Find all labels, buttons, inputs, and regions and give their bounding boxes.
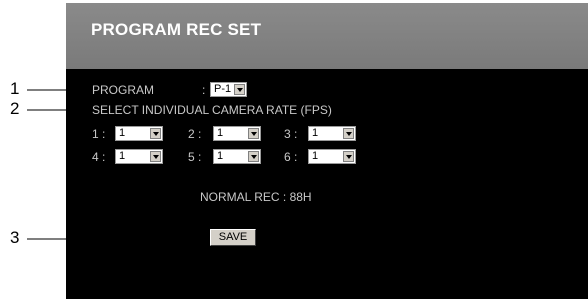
chevron-down-icon[interactable]	[150, 128, 161, 139]
chevron-down-icon[interactable]	[248, 128, 259, 139]
camera-2-rate-value: 1	[217, 127, 224, 139]
callout-3: 3	[10, 228, 20, 247]
program-label: PROGRAM	[92, 83, 155, 97]
program-select-value: P-1	[214, 83, 232, 95]
camera-6-label: 6 :	[284, 150, 298, 164]
chevron-down-icon[interactable]	[234, 84, 245, 95]
callout-2: 2	[10, 99, 20, 118]
program-colon: :	[202, 83, 206, 97]
camera-1-label: 1 :	[92, 127, 106, 141]
camera-3-rate-value: 1	[312, 127, 319, 139]
chevron-down-icon[interactable]	[150, 151, 161, 162]
camera-5-rate-select[interactable]: 1	[213, 149, 261, 164]
camera-5-rate-value: 1	[217, 150, 224, 162]
camera-3-label: 3 :	[284, 127, 298, 141]
camera-5-label: 5 :	[188, 150, 202, 164]
camera-1-rate-select[interactable]: 1	[115, 126, 163, 141]
camera-2-rate-select[interactable]: 1	[213, 126, 261, 141]
chevron-down-icon[interactable]	[248, 151, 259, 162]
save-button[interactable]: SAVE	[210, 229, 256, 246]
panel-header: PROGRAM REC SET	[66, 3, 588, 69]
camera-2-label: 2 :	[188, 127, 202, 141]
camera-4-rate-select[interactable]: 1	[115, 149, 163, 164]
page-title: PROGRAM REC SET	[91, 20, 262, 39]
program-select[interactable]: P-1	[210, 82, 247, 97]
camera-4-label: 4 :	[92, 150, 106, 164]
normal-rec-status: NORMAL REC : 88H	[200, 190, 312, 204]
camera-6-rate-select[interactable]: 1	[308, 149, 356, 164]
camera-6-rate-value: 1	[312, 150, 319, 162]
camera-3-rate-select[interactable]: 1	[308, 126, 356, 141]
camera-rate-label: SELECT INDIVIDUAL CAMERA RATE (FPS)	[92, 103, 332, 117]
camera-1-rate-value: 1	[119, 127, 126, 139]
program-rec-set-panel: PROGRAM REC SET PROGRAM : P-1 SELECT IND…	[66, 3, 588, 299]
camera-4-rate-value: 1	[119, 150, 126, 162]
callout-1: 1	[10, 79, 20, 98]
chevron-down-icon[interactable]	[343, 128, 354, 139]
chevron-down-icon[interactable]	[343, 151, 354, 162]
